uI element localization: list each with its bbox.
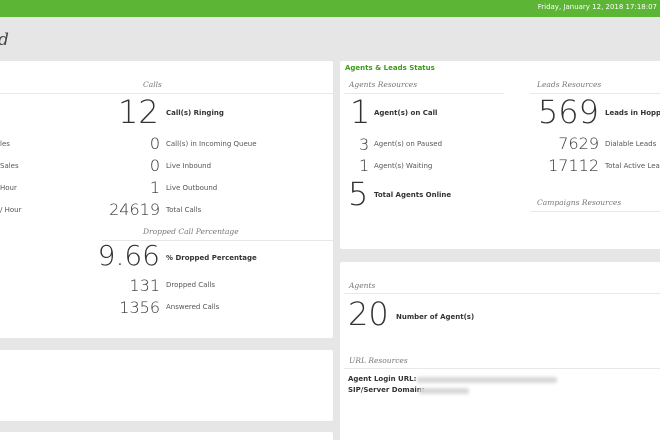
- datetime: Friday, January 12, 2018 17:18:07: [537, 3, 657, 11]
- left-cut-label: Sales: [0, 162, 19, 170]
- campaigns-resources-header: Campaigns Resources: [537, 198, 622, 207]
- active-leads-label: Total Active Lea: [605, 162, 660, 170]
- leads-hopper-count: 569: [537, 93, 599, 131]
- waiting-label: Agent(s) Waiting: [374, 162, 433, 170]
- total-calls-label: Total Calls: [166, 206, 202, 214]
- online-label: Total Agents Online: [374, 191, 452, 199]
- ringing-count: 12: [118, 93, 159, 131]
- agents-count-label: Number of Agent(s): [396, 313, 475, 321]
- divider: [344, 368, 660, 369]
- sip-domain-label: SIP/Server Domain:: [348, 386, 425, 394]
- empty-panel: [0, 350, 333, 421]
- ringing-label: Call(s) Ringing: [166, 109, 224, 117]
- inbound-count: 0: [149, 156, 160, 175]
- agents-leads-title: Agents & Leads Status: [345, 64, 435, 72]
- dropped-label: Dropped Calls: [166, 281, 215, 289]
- login-url-label: Agent Login URL:: [348, 375, 417, 383]
- calls-header: Calls: [143, 80, 162, 89]
- dropped-header: Dropped Call Percentage: [143, 227, 239, 236]
- agents-leads-panel: Agents & Leads Status Agents Resources L…: [340, 61, 660, 249]
- page-title: d: [0, 30, 9, 50]
- inbound-label: Live Inbound: [166, 162, 212, 170]
- paused-label: Agent(s) on Paused: [374, 140, 443, 148]
- queue-count: 0: [149, 134, 160, 153]
- empty-panel-bottom: [0, 432, 333, 440]
- left-cut-label: / Hour: [0, 206, 22, 214]
- agents-header: Agents: [349, 281, 376, 290]
- url-resources-header: URL Resources: [349, 356, 408, 365]
- outbound-count: 1: [149, 178, 160, 197]
- agents-count: 20: [348, 295, 389, 333]
- on-call-count: 1: [350, 93, 371, 131]
- divider: [530, 211, 660, 212]
- login-url-value[interactable]: [417, 377, 557, 383]
- calls-panel: Calls 12 Call(s) Ringing les Sales Hour …: [0, 61, 333, 338]
- left-cut-label: les: [0, 140, 10, 148]
- divider: [0, 93, 102, 94]
- online-count: 5: [348, 175, 369, 213]
- on-call-label: Agent(s) on Call: [374, 109, 438, 117]
- dropped-pct-label: % Dropped Percentage: [166, 254, 257, 262]
- paused-count: 3: [359, 135, 370, 154]
- dialable-label: Dialable Leads: [605, 140, 657, 148]
- leads-hopper-label: Leads in Hoppe: [605, 109, 660, 117]
- dropped-pct: 9.66: [97, 239, 160, 272]
- top-bar: Friday, January 12, 2018 17:18:07: [0, 0, 660, 17]
- dropped-count: 131: [129, 276, 160, 295]
- queue-label: Call(s) in Incoming Queue: [166, 140, 257, 148]
- sip-domain-value: [419, 388, 469, 394]
- divider: [344, 293, 660, 294]
- active-leads-count: 17112: [548, 156, 599, 175]
- total-calls-count: 24619: [109, 200, 160, 219]
- left-cut-label: Hour: [0, 184, 17, 192]
- agents-resources-header: Agents Resources: [349, 80, 418, 89]
- answered-count: 1356: [119, 298, 160, 317]
- answered-label: Answered Calls: [166, 303, 220, 311]
- waiting-count: 1: [359, 156, 370, 175]
- leads-resources-header: Leads Resources: [537, 80, 602, 89]
- agents-panel: Agents 20 Number of Agent(s) URL Resourc…: [340, 262, 660, 440]
- outbound-label: Live Outbound: [166, 184, 218, 192]
- dialable-count: 7629: [558, 134, 599, 153]
